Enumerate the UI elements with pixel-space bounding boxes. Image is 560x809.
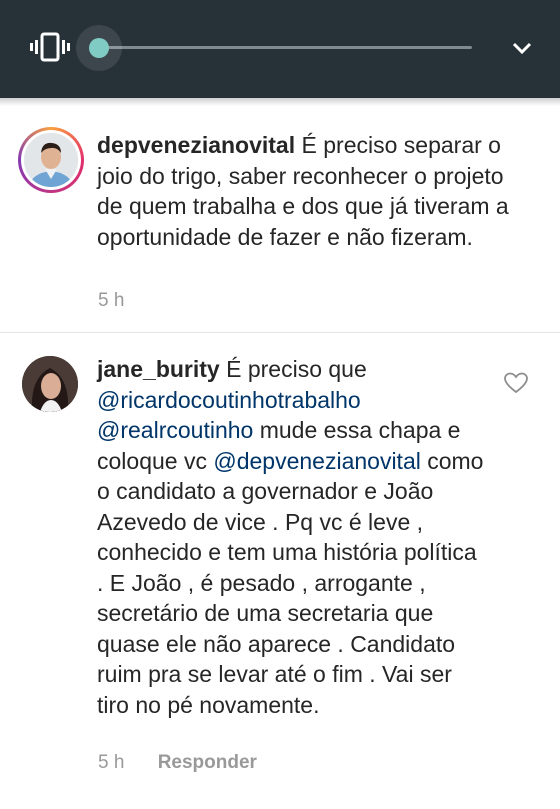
chevron-down-icon[interactable] bbox=[510, 38, 534, 58]
vibrate-icon[interactable] bbox=[30, 32, 70, 62]
volume-slider-thumb[interactable] bbox=[89, 38, 109, 58]
mention-link[interactable]: @depvenezianovital bbox=[213, 448, 420, 474]
avatar[interactable] bbox=[22, 356, 78, 412]
panel-shadow bbox=[0, 98, 560, 106]
comment-time: 5 h bbox=[98, 290, 125, 311]
comment-meta: 5 h bbox=[98, 290, 124, 312]
volume-panel bbox=[0, 0, 560, 98]
comment-item: jane_burity É preciso que @ricardocoutin… bbox=[0, 334, 560, 809]
comment-item: depvenezianovital É preciso separar o jo… bbox=[0, 108, 560, 332]
comment-body-start: É preciso que bbox=[226, 356, 367, 382]
reply-button[interactable]: Responder bbox=[158, 752, 257, 773]
heart-outline-icon[interactable] bbox=[504, 372, 528, 394]
avatar-story-ring[interactable] bbox=[18, 127, 84, 193]
comment-text: depvenezianovital É preciso separar o jo… bbox=[97, 130, 517, 252]
comment-username[interactable]: jane_burity bbox=[97, 356, 220, 382]
comment-time: 5 h bbox=[98, 752, 125, 773]
avatar bbox=[24, 133, 78, 187]
comment-divider bbox=[0, 332, 560, 333]
volume-slider-track[interactable] bbox=[98, 46, 472, 49]
comment-meta: 5 h Responder bbox=[98, 752, 257, 774]
comment-text: jane_burity É preciso que @ricardocoutin… bbox=[97, 354, 487, 720]
mention-link[interactable]: @ricardocoutinhotrabalho bbox=[97, 387, 361, 413]
mention-link[interactable]: @realrcoutinho bbox=[97, 417, 253, 443]
comment-username[interactable]: depvenezianovital bbox=[97, 132, 295, 158]
comment-body-end: como o candidato a governador e João Aze… bbox=[97, 447, 484, 718]
